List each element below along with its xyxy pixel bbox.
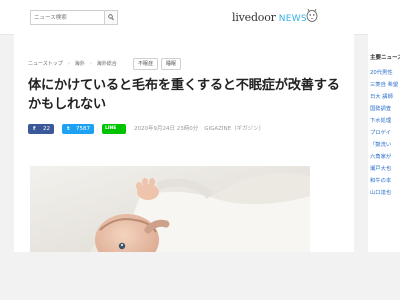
article-source[interactable]: GIGAZINE（ギガジン） xyxy=(204,126,264,132)
sidebar-news-item[interactable]: 「鼓洗い xyxy=(370,139,398,151)
sidebar-news-item[interactable]: 六角家が xyxy=(370,151,398,163)
breadcrumb-overseas[interactable]: 海外 xyxy=(75,58,85,70)
article-title: 体にかけていると毛布を重くすると不眠症が改善するかもしれない xyxy=(28,78,340,112)
breadcrumb: ニューストップ › 海外 › 海外総合 不眠症 睡眠 xyxy=(28,53,184,70)
facebook-icon: f xyxy=(33,126,36,132)
article-meta: 2020年9月24日 23時0分 GIGAZINE（ギガジン） xyxy=(134,124,270,134)
tag-sleep[interactable]: 睡眠 xyxy=(161,57,182,70)
sidebar-news-item[interactable]: 山口達也 xyxy=(370,187,398,199)
sidebar-news-item[interactable]: 和牛の本 xyxy=(370,175,398,187)
article-main: ニューストップ › 海外 › 海外総合 不眠症 睡眠 体にかけていると毛布を重くすると不眠… xyxy=(14,34,354,252)
sidebar-heading: 主要ニュース xyxy=(370,55,400,61)
sidebar-news-item[interactable]: 日大 講師 xyxy=(370,91,398,103)
facebook-count: 22 xyxy=(43,126,50,132)
search-button[interactable] xyxy=(104,11,117,24)
page-bottom xyxy=(0,252,400,300)
chevron-right-icon: › xyxy=(89,60,92,67)
site-logo[interactable]: livedoor NEWS xyxy=(232,11,307,24)
article-date: 2020年9月24日 23時0分 xyxy=(134,126,199,132)
sidebar-news-item[interactable]: プロゲイ xyxy=(370,127,398,139)
search-box xyxy=(30,10,118,25)
twitter-share-button[interactable]: t 7587 xyxy=(62,124,94,134)
twitter-icon: t xyxy=(67,126,70,132)
facebook-share-button[interactable]: f 22 xyxy=(28,124,54,134)
sidebar-news-item[interactable]: 国勢調査 xyxy=(370,103,398,115)
breadcrumb-top[interactable]: ニューストップ xyxy=(28,58,63,70)
baby-photo xyxy=(30,166,310,252)
tag-insomnia[interactable]: 不眠症 xyxy=(132,57,158,70)
chevron-right-icon: › xyxy=(67,60,70,67)
sidebar-news-list: 20代男性 三菱自 希望 日大 講師 国勢調査 下水処理 プロゲイ 「鼓洗い 六… xyxy=(370,67,398,199)
twitter-count: 7587 xyxy=(76,126,90,132)
sidebar: 主要ニュース 20代男性 三菱自 希望 日大 講師 国勢調査 下水処理 プロゲイ… xyxy=(368,34,400,252)
sidebar-news-item[interactable]: 三菱自 希望 xyxy=(370,79,398,91)
mascot-icon xyxy=(306,8,318,22)
search-icon xyxy=(108,14,114,21)
line-icon: LINE xyxy=(105,126,117,131)
logo-brand: livedoor xyxy=(232,11,276,24)
breadcrumb-overseas-general[interactable]: 海外総合 xyxy=(97,58,117,70)
sidebar-news-item[interactable]: 下水処理 xyxy=(370,115,398,127)
top-bar: livedoorNEWS xyxy=(0,0,400,35)
sidebar-news-item[interactable]: 20代男性 xyxy=(370,67,398,79)
article-image xyxy=(30,166,310,252)
search-input[interactable] xyxy=(31,11,103,24)
line-share-button[interactable]: LINE xyxy=(102,124,126,134)
sidebar-news-item[interactable]: 瀬戸大也 xyxy=(370,163,398,175)
logo-news: NEWS xyxy=(278,14,307,24)
